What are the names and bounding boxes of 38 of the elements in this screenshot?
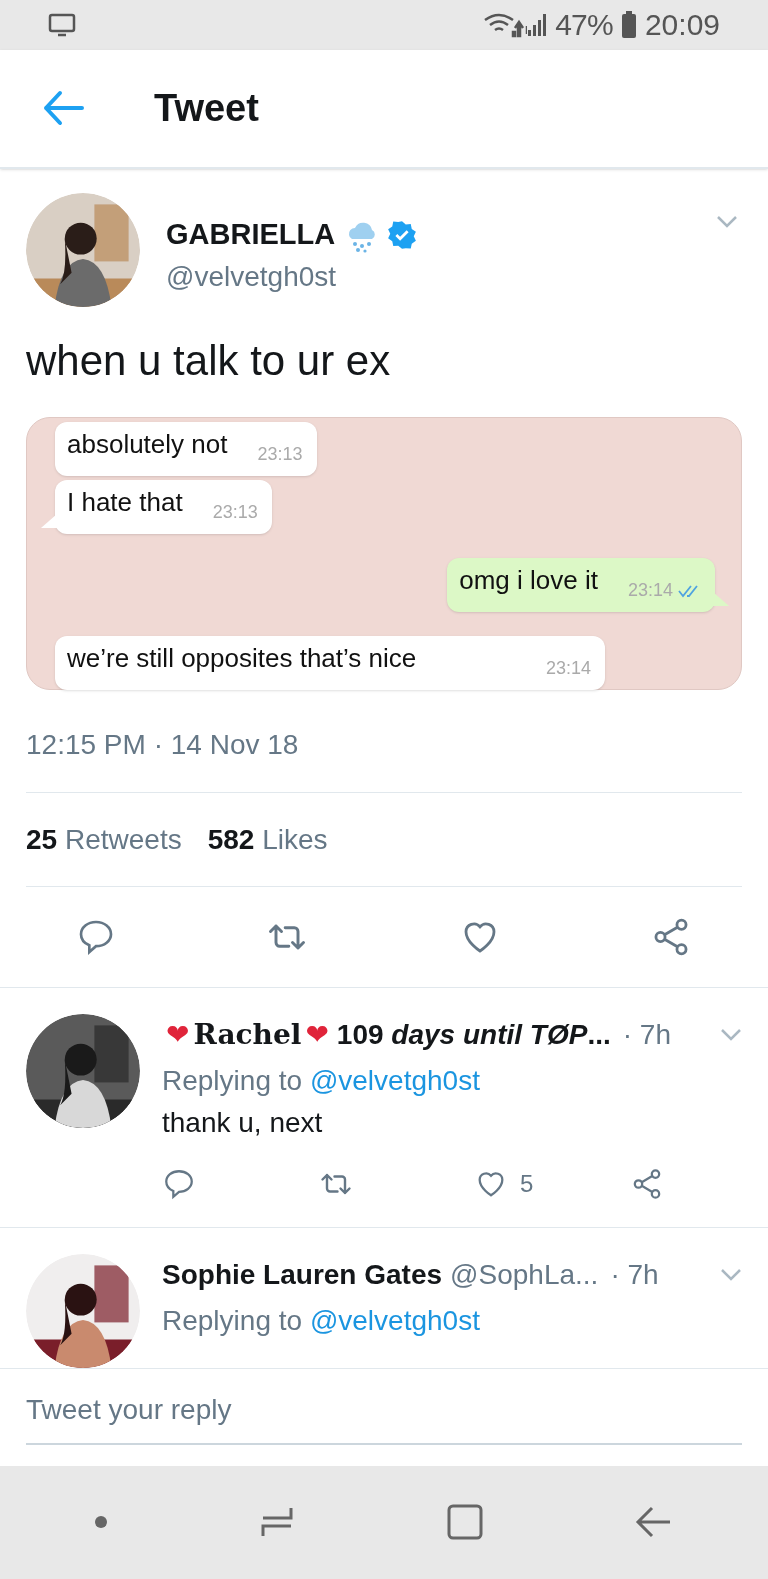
reply-text: thank u, next <box>162 1106 324 1141</box>
back-button[interactable] <box>42 90 84 127</box>
battery-icon <box>620 10 637 39</box>
tweet-timestamp: 12:15 PM · 14 Nov 18 <box>26 728 300 763</box>
reply-author-name[interactable]: Rachel <box>193 1014 302 1057</box>
signal-icon <box>527 11 548 38</box>
replying-to-label: Replying to <box>162 1305 304 1337</box>
reply-handle: @SophLa... <box>450 1258 599 1293</box>
message-time: 23:13 <box>257 443 303 467</box>
message-time: 23:14 <box>627 579 673 603</box>
tweet-stat[interactable]: 582 Likes <box>207 818 328 861</box>
wifi-icon <box>483 11 528 38</box>
dot-icon[interactable] <box>94 1515 109 1530</box>
page-title: Tweet <box>154 85 259 131</box>
heart-emoji: ❤ <box>305 1017 329 1054</box>
message-time: 23:14 <box>545 657 591 681</box>
replying-to-label: Replying to <box>162 1065 304 1097</box>
battery-percent: 47% <box>555 7 613 44</box>
home-square-icon[interactable] <box>445 1502 486 1543</box>
reply-time: · 7h <box>622 1018 671 1053</box>
comment-icon[interactable] <box>162 1167 196 1202</box>
message-text: omg i love it <box>459 564 598 598</box>
author-handle: @velvetgh0st <box>166 260 338 295</box>
message-time: 23:13 <box>212 501 258 525</box>
clock: 20:09 <box>644 7 720 44</box>
tweet-text: when u talk to ur ex <box>26 335 392 386</box>
message-text: I hate that <box>67 486 183 520</box>
tweet-stat[interactable]: 25 Retweets <box>26 818 182 861</box>
reply-author-name[interactable]: 109 days until TØP... <box>336 1014 611 1057</box>
message-text: absolutely not <box>67 428 228 462</box>
reply-input[interactable]: Tweet your reply <box>26 1389 742 1446</box>
author-name[interactable]: GABRIELLA <box>166 212 336 257</box>
message-text: we’re still opposites that’s nice <box>67 642 417 676</box>
like-count: 5 <box>520 1169 534 1200</box>
screen-icon <box>48 12 76 37</box>
heart-emoji: ❤ <box>166 1017 190 1054</box>
reply-time: · 7h <box>610 1258 659 1293</box>
reply-author-name[interactable]: Sophie Lauren Gates <box>162 1254 443 1297</box>
